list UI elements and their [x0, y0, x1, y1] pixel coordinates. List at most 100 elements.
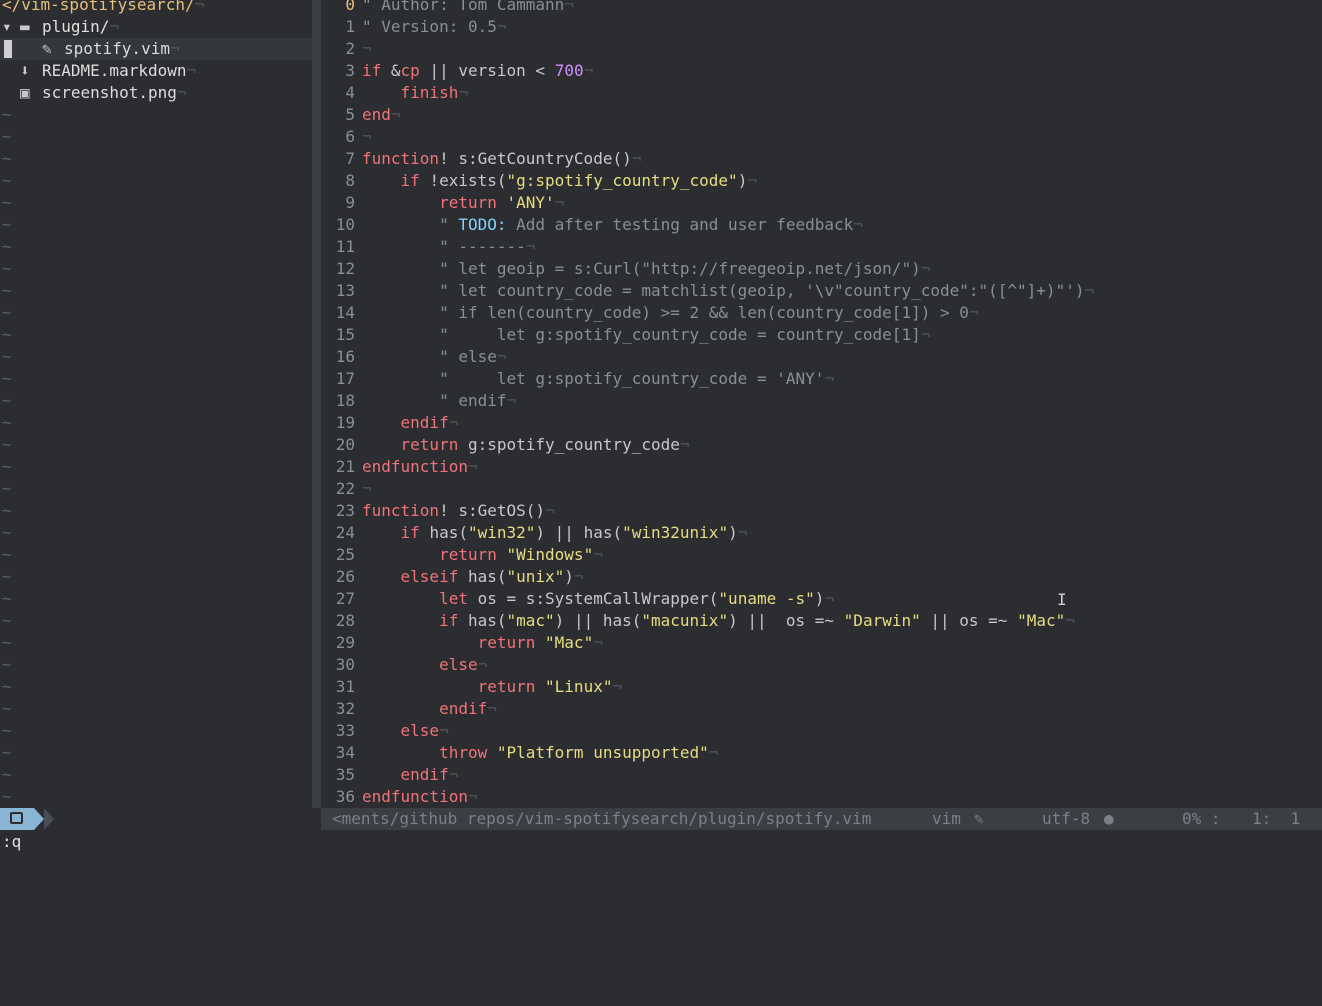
tree-file-row[interactable]: ⬇ README.markdown¬: [0, 60, 312, 82]
chevron-down-icon[interactable]: ▾: [2, 16, 12, 38]
tilde-marker: ~: [2, 721, 12, 740]
code-line[interactable]: 21 endfunction¬: [321, 456, 1322, 478]
code-line[interactable]: 20 return g:spotify_country_code¬: [321, 434, 1322, 456]
code-text: finish¬: [362, 82, 468, 104]
code-line[interactable]: 19 endif¬: [321, 412, 1322, 434]
tree-dir-row[interactable]: ▾ ▬ plugin/¬: [0, 16, 312, 38]
eol-marker: ¬: [525, 237, 536, 256]
code-token: ": [439, 215, 459, 234]
code-line[interactable]: 36 endfunction¬: [321, 786, 1322, 808]
code-token: if: [362, 61, 391, 80]
tilde-marker: ~: [2, 699, 12, 718]
code-text: " let g:spotify_country_code = country_c…: [362, 324, 930, 346]
code-line[interactable]: 22 ¬: [321, 478, 1322, 500]
code-token: <: [525, 61, 555, 80]
code-token: "unix": [506, 567, 565, 586]
code-line[interactable]: 29 return "Mac"¬: [321, 632, 1322, 654]
code-line[interactable]: 30 else¬: [321, 654, 1322, 676]
empty-line-tilde: ~: [0, 390, 312, 412]
code-line[interactable]: 5 end¬: [321, 104, 1322, 126]
code-line[interactable]: 31 return "Linux"¬: [321, 676, 1322, 698]
eol-marker: ¬: [747, 171, 757, 190]
code-line[interactable]: 7 function! s:GetCountryCode()¬: [321, 148, 1322, 170]
code-token: throw: [439, 743, 497, 762]
tilde-marker: ~: [2, 765, 12, 784]
code-token: return: [400, 435, 468, 454]
code-line[interactable]: 10 " TODO: Add after testing and user fe…: [321, 214, 1322, 236]
code-token: "Darwin": [843, 611, 921, 630]
line-number: 0: [345, 0, 355, 14]
code-line[interactable]: 18 " endif¬: [321, 390, 1322, 412]
code-token: " Author:: [362, 0, 459, 14]
code-line[interactable]: 12 " let geoip = s:Curl("http://freegeoi…: [321, 258, 1322, 280]
code-text: " let g:spotify_country_code = 'ANY'¬: [362, 368, 834, 390]
eol-marker: ¬: [545, 501, 555, 520]
code-token: has(: [429, 523, 468, 542]
code-line[interactable]: 26 elseif has("unix")¬: [321, 566, 1322, 588]
code-line[interactable]: 27 let os = s:SystemCallWrapper("uname -…: [321, 588, 1322, 610]
code-line[interactable]: 33 else¬: [321, 720, 1322, 742]
tree-file-row[interactable]: ✎ spotify.vim¬: [0, 38, 312, 60]
code-line[interactable]: 15 " let g:spotify_country_code = countr…: [321, 324, 1322, 346]
code-line[interactable]: 0 " Author: Tom Cammann¬: [321, 0, 1322, 16]
code-text: throw "Platform unsupported"¬: [362, 742, 718, 764]
file-path: <ments/github repos/vim-spotifysearch/pl…: [332, 809, 872, 828]
code-line[interactable]: 32 endif¬: [321, 698, 1322, 720]
eol-marker: ¬: [496, 17, 507, 36]
tree-file-row[interactable]: ▣ screenshot.png¬: [0, 82, 312, 104]
vim-file-icon: ✎: [42, 39, 52, 58]
code-line[interactable]: 25 return "Windows"¬: [321, 544, 1322, 566]
code-line[interactable]: 2 ¬: [321, 38, 1322, 60]
empty-line-tilde: ~: [0, 676, 312, 698]
tilde-marker: ~: [2, 281, 12, 300]
code-token: "win32": [467, 523, 536, 542]
code-token: version: [458, 61, 526, 80]
code-line[interactable]: 9 return 'ANY'¬: [321, 192, 1322, 214]
code-line[interactable]: 4 finish¬: [321, 82, 1322, 104]
code-line[interactable]: 35 endif¬: [321, 764, 1322, 786]
eol-marker: ¬: [920, 259, 931, 278]
code-text: elseif has("unix")¬: [362, 566, 584, 588]
code-line[interactable]: 34 throw "Platform unsupported"¬: [321, 742, 1322, 764]
tree-root-row[interactable]: </vim-spotifysearch/¬: [0, 0, 312, 16]
empty-line-tilde: ~: [0, 258, 312, 280]
folder-icon: ▬: [20, 17, 30, 36]
code-line[interactable]: 6 ¬: [321, 126, 1322, 148]
code-line[interactable]: 1 " Version: 0.5¬: [321, 16, 1322, 38]
code-text: endfunction¬: [362, 456, 478, 478]
code-line[interactable]: 16 " else¬: [321, 346, 1322, 368]
code-editor[interactable]: 0 " Author: Tom Cammann¬ 1 " Version: 0.5¬ 2…: [321, 0, 1322, 808]
command-line[interactable]: :q: [0, 830, 1322, 856]
code-line[interactable]: 13 " let country_code = matchlist(geoip,…: [321, 280, 1322, 302]
line-number: 23: [335, 501, 355, 520]
code-token: "Mac": [1017, 611, 1066, 630]
code-token: end: [362, 105, 391, 124]
code-line[interactable]: 28 if has("mac") || has("macunix") || os…: [321, 610, 1322, 632]
code-line[interactable]: 3 if &cp || version < 700¬: [321, 60, 1322, 82]
code-token: "mac": [506, 611, 555, 630]
code-text: " let geoip = s:Curl("http://freegeoip.n…: [362, 258, 930, 280]
tilde-marker: ~: [2, 611, 12, 630]
code-text: " if len(country_code) >= 2 && len(count…: [362, 302, 978, 324]
code-text: if !exists("g:spotify_country_code")¬: [362, 170, 757, 192]
percent-label: 0% :: [1182, 809, 1221, 828]
vertical-split-divider[interactable]: [312, 0, 321, 808]
code-line[interactable]: 17 " let g:spotify_country_code = 'ANY'¬: [321, 368, 1322, 390]
code-line[interactable]: 24 if has("win32") || has("win32unix")¬: [321, 522, 1322, 544]
code-line[interactable]: 23 function! s:GetOS()¬: [321, 500, 1322, 522]
code-text: return "Linux"¬: [362, 676, 623, 698]
code-line[interactable]: 8 if !exists("g:spotify_country_code")¬: [321, 170, 1322, 192]
code-line[interactable]: 11 " -------¬: [321, 236, 1322, 258]
code-text: " -------¬: [362, 236, 535, 258]
code-token: " let geoip = s:Curl("http://freegeoip.n…: [439, 259, 921, 278]
code-line[interactable]: 14 " if len(country_code) >= 2 && len(co…: [321, 302, 1322, 324]
line-number: 30: [335, 655, 355, 674]
